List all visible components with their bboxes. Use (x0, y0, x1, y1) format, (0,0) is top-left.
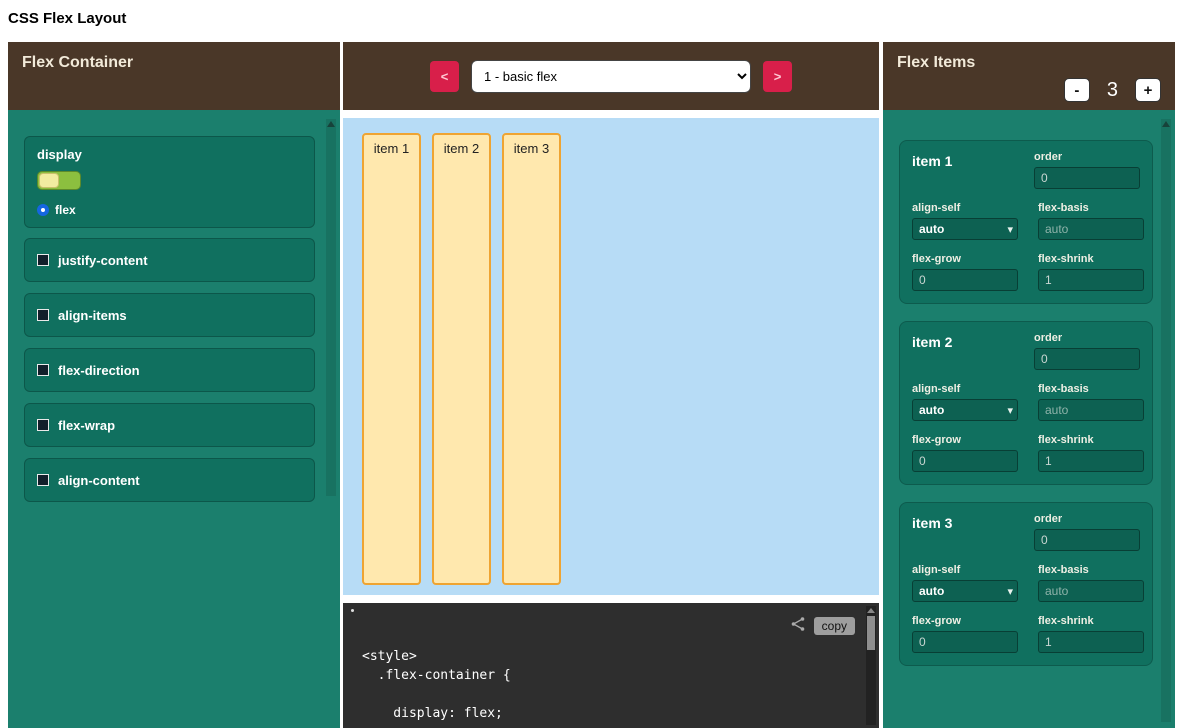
item-card-2: item 2 order align-self auto flex-basi (899, 321, 1153, 485)
scroll-up-icon[interactable] (1162, 121, 1170, 127)
justify-content-label: justify-content (58, 253, 148, 268)
flex-shrink-label: flex-shrink (1038, 253, 1144, 265)
item-count: 3 (1107, 79, 1118, 102)
code-line: .flex-container { (362, 666, 511, 685)
align-items-label: align-items (58, 308, 127, 323)
code-panel-dot (351, 609, 354, 612)
display-flex-radio-row: flex (37, 203, 302, 217)
item-3-flex-grow-input[interactable] (912, 631, 1018, 653)
flex-container-panel: Flex Container display flex justify-cont… (8, 42, 340, 728)
flex-shrink-label: flex-shrink (1038, 434, 1144, 446)
page-title: CSS Flex Layout (8, 10, 126, 27)
add-item-button[interactable]: + (1135, 78, 1161, 102)
align-items-checkbox[interactable] (37, 309, 49, 321)
flex-radio-label: flex (55, 203, 76, 217)
align-self-label: align-self (912, 383, 1018, 395)
item-1-flex-basis-input[interactable] (1038, 218, 1144, 240)
item-2-align-self-select[interactable]: auto (912, 399, 1018, 421)
flex-container-header: Flex Container (8, 42, 340, 110)
flex-items-body: item 1 order align-self auto flex-basi (883, 110, 1175, 666)
example-select[interactable]: 1 - basic flex (471, 60, 751, 93)
display-toggle[interactable] (37, 171, 81, 190)
flex-wrap-checkbox[interactable] (37, 419, 49, 431)
item-1-title: item 1 (912, 151, 1014, 169)
item-2-flex-basis-input[interactable] (1038, 399, 1144, 421)
code-line: display: flex; (362, 704, 511, 723)
item-1-order-input[interactable] (1034, 167, 1140, 189)
flex-items-header: Flex Items - 3 + (883, 42, 1175, 110)
scroll-up-icon[interactable] (867, 608, 875, 613)
order-label: order (1034, 151, 1140, 163)
option-flex-wrap[interactable]: flex-wrap (24, 403, 315, 447)
flex-basis-label: flex-basis (1038, 202, 1144, 214)
item-1-align-self-wrap: auto (912, 220, 1018, 237)
justify-content-checkbox[interactable] (37, 254, 49, 266)
item-counter: - 3 + (1064, 78, 1161, 102)
align-self-label: align-self (912, 202, 1018, 214)
item-2-flex-grow-input[interactable] (912, 450, 1018, 472)
remove-item-button[interactable]: - (1064, 78, 1090, 102)
next-example-button[interactable]: > (763, 61, 792, 92)
item-2-title: item 2 (912, 332, 1014, 350)
item-3-flex-basis-input[interactable] (1038, 580, 1144, 602)
left-panel-scrollbar[interactable] (326, 119, 336, 496)
flex-grow-label: flex-grow (912, 434, 1018, 446)
align-content-checkbox[interactable] (37, 474, 49, 486)
item-3-order-input[interactable] (1034, 529, 1140, 551)
item-card-1: item 1 order align-self auto flex-basi (899, 140, 1153, 304)
item-2-order-input[interactable] (1034, 348, 1140, 370)
preview-item-2: item 2 (432, 133, 491, 585)
scroll-up-icon[interactable] (327, 121, 335, 127)
flex-grow-label: flex-grow (912, 615, 1018, 627)
code-line (362, 685, 511, 704)
flex-basis-label: flex-basis (1038, 383, 1144, 395)
code-toolbar: copy (790, 616, 855, 636)
display-card: display flex (24, 136, 315, 228)
item-card-3: item 3 order align-self auto flex-basi (899, 502, 1153, 666)
copy-button[interactable]: copy (814, 617, 855, 635)
flex-preview-container: item 1 item 2 item 3 (343, 118, 879, 595)
flex-radio[interactable] (37, 204, 49, 216)
right-panel-scrollbar[interactable] (1161, 119, 1171, 722)
item-3-align-self-select[interactable]: auto (912, 580, 1018, 602)
align-self-label: align-self (912, 564, 1018, 576)
code-scrollbar[interactable] (866, 606, 876, 725)
code-line: <style> (362, 647, 511, 666)
flex-grow-label: flex-grow (912, 253, 1018, 265)
code-block: <style> .flex-container { display: flex; (362, 647, 511, 723)
flex-direction-checkbox[interactable] (37, 364, 49, 376)
option-align-items[interactable]: align-items (24, 293, 315, 337)
item-2-align-self-wrap: auto (912, 401, 1018, 418)
item-1-align-self-select[interactable]: auto (912, 218, 1018, 240)
order-label: order (1034, 513, 1140, 525)
preview-column: < 1 - basic flex > item 1 item 2 item 3 … (343, 42, 879, 728)
item-2-flex-shrink-input[interactable] (1038, 450, 1144, 472)
option-justify-content[interactable]: justify-content (24, 238, 315, 282)
option-align-content[interactable]: align-content (24, 458, 315, 502)
flex-container-body: display flex justify-content align-items… (8, 110, 340, 502)
toggle-knob-icon (39, 173, 59, 188)
flex-container-title: Flex Container (8, 42, 340, 84)
code-scrollbar-thumb[interactable] (867, 616, 875, 650)
code-panel: copy <style> .flex-container { display: … (343, 603, 879, 728)
preview-item-1: item 1 (362, 133, 421, 585)
flex-wrap-label: flex-wrap (58, 418, 115, 433)
item-3-align-self-wrap: auto (912, 582, 1018, 599)
display-label: display (37, 147, 302, 162)
flex-basis-label: flex-basis (1038, 564, 1144, 576)
item-3-flex-shrink-input[interactable] (1038, 631, 1144, 653)
preview-item-3: item 3 (502, 133, 561, 585)
order-label: order (1034, 332, 1140, 344)
option-flex-direction[interactable]: flex-direction (24, 348, 315, 392)
item-1-flex-grow-input[interactable] (912, 269, 1018, 291)
flex-direction-label: flex-direction (58, 363, 140, 378)
prev-example-button[interactable]: < (430, 61, 459, 92)
flex-shrink-label: flex-shrink (1038, 615, 1144, 627)
example-selector-bar: < 1 - basic flex > (343, 42, 879, 110)
item-1-flex-shrink-input[interactable] (1038, 269, 1144, 291)
align-content-label: align-content (58, 473, 140, 488)
flex-items-panel: Flex Items - 3 + item 1 order align-self (883, 42, 1175, 728)
item-3-title: item 3 (912, 513, 1014, 531)
share-icon[interactable] (790, 616, 806, 636)
